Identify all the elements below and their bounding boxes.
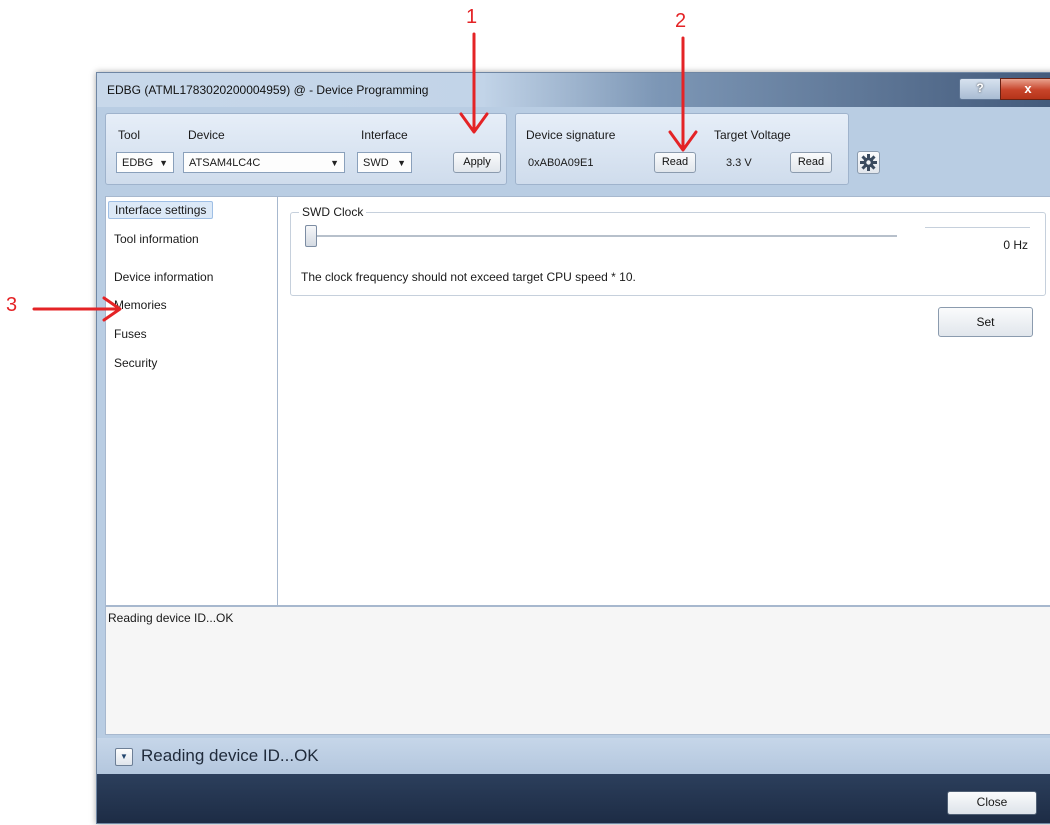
annotation-arrows <box>32 32 698 322</box>
